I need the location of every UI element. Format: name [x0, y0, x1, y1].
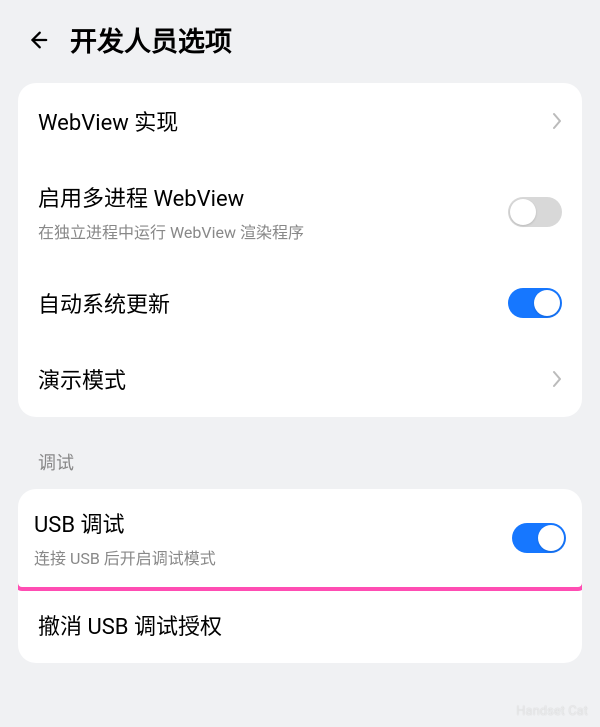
back-icon[interactable] [24, 27, 50, 53]
row-title: 演示模式 [38, 363, 126, 395]
row-auto-system-update[interactable]: 自动系统更新 [18, 265, 582, 341]
row-revoke-usb-auth[interactable]: 撤消 USB 调试授权 [18, 587, 582, 663]
toggle-auto-system-update[interactable] [508, 288, 562, 318]
chevron-right-icon [552, 112, 562, 130]
toggle-multi-process-webview[interactable] [508, 197, 562, 227]
row-usb-debug[interactable]: USB 调试 连接 USB 后开启调试模式 [18, 489, 582, 587]
chevron-right-icon [552, 370, 562, 388]
row-title: WebView 实现 [38, 105, 178, 137]
section-header-debug: 调试 [0, 417, 600, 489]
row-webview-impl[interactable]: WebView 实现 [18, 83, 582, 159]
row-title: USB 调试 [34, 507, 216, 539]
watermark: Handset Cat [516, 704, 588, 719]
page-title: 开发人员选项 [70, 20, 232, 59]
toggle-usb-debug[interactable] [512, 523, 566, 553]
toggle-knob [534, 290, 560, 316]
row-subtitle: 在独立进程中运行 WebView 渲染程序 [38, 219, 304, 243]
row-title: 启用多进程 WebView [38, 181, 304, 213]
row-multi-process-webview[interactable]: 启用多进程 WebView 在独立进程中运行 WebView 渲染程序 [18, 159, 582, 265]
highlight-usb-debug: USB 调试 连接 USB 后开启调试模式 [18, 489, 582, 591]
toggle-knob [510, 199, 536, 225]
row-subtitle: 连接 USB 后开启调试模式 [34, 545, 216, 569]
row-demo-mode[interactable]: 演示模式 [18, 341, 582, 417]
settings-group-2: USB 调试 连接 USB 后开启调试模式 撤消 USB 调试授权 [18, 489, 582, 663]
settings-group-1: WebView 实现 启用多进程 WebView 在独立进程中运行 WebVie… [18, 83, 582, 417]
toggle-knob [538, 525, 564, 551]
row-title: 撤消 USB 调试授权 [38, 609, 222, 641]
row-title: 自动系统更新 [38, 287, 170, 319]
